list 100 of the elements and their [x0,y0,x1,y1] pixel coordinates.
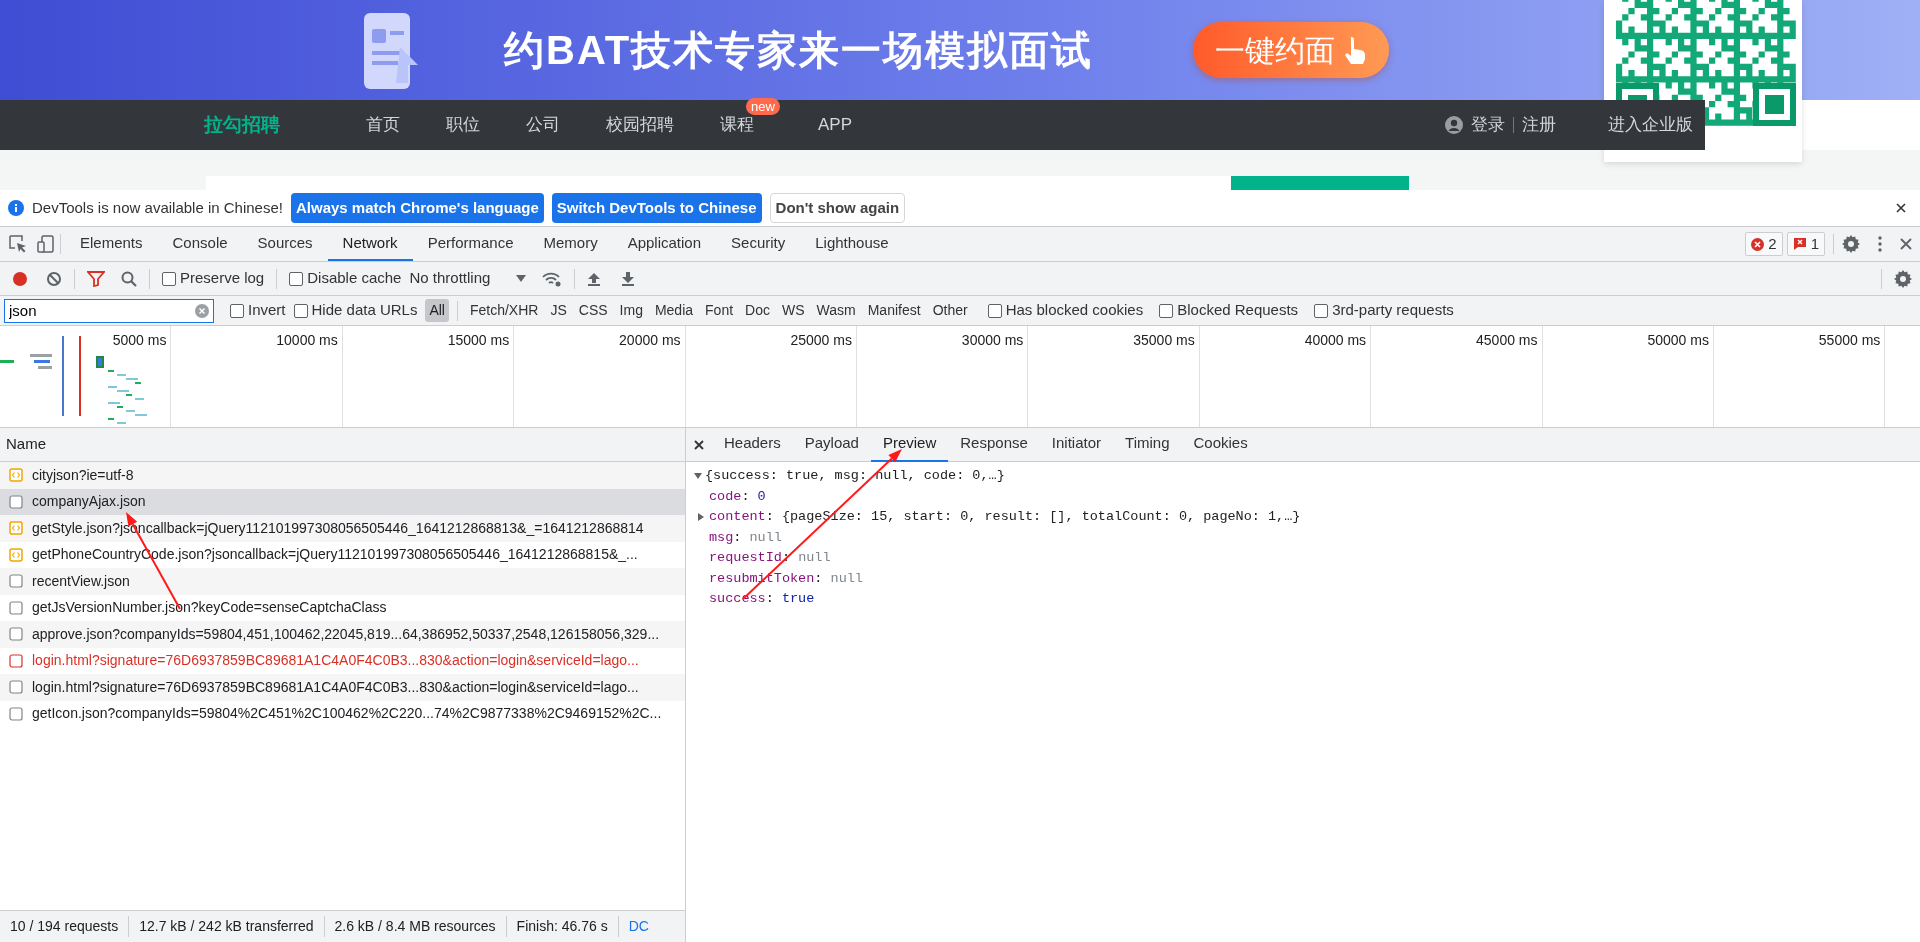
request-row[interactable]: getIcon.json?companyIds=59804%2C451%2C100462%2C220...74%2C9877338%2C9469152%2C... [0,700,685,727]
infobar-button[interactable]: Always match Chrome's language [290,192,544,224]
file-icon [9,680,23,695]
nav-link[interactable]: APP [818,112,853,138]
checkbox-label: Preserve log [180,268,265,289]
banner-headline: 约BAT技术专家来一场模拟面试 [504,27,1094,74]
close-icon[interactable] [1900,238,1912,250]
error-counter[interactable]: 2 [1745,232,1783,256]
checkbox[interactable] [230,303,244,318]
nav-link[interactable]: 校园招聘 [606,112,674,138]
throttling-dropdown[interactable]: No throttling [409,267,527,290]
banner[interactable]: 约BAT技术专家来一场模拟面试 一键约面 [0,0,1920,100]
checkbox[interactable] [162,271,176,286]
request-row[interactable]: login.html?signature=76D6937859BC89681A1C4A0F4C0B3...830&action=login&serviceId=lago... [0,647,685,674]
expanded-triangle-icon[interactable] [694,472,702,481]
settings-icon[interactable] [1894,269,1912,288]
type-filter[interactable]: JS [546,299,571,322]
register-link[interactable]: 注册 [1522,112,1556,138]
time-tick-label: 10000 ms [276,331,338,350]
detail-tab[interactable]: Headers [712,427,793,462]
nav-link[interactable]: 课程 [720,115,754,135]
filter-field[interactable]: json [4,298,214,323]
request-row[interactable]: cityjson?ie=utf-8 [0,462,685,489]
close-icon[interactable] [694,439,704,450]
panel-tab[interactable]: Memory [528,227,613,261]
type-filter[interactable]: Fetch/XHR [465,299,543,322]
detail-tab[interactable]: Timing [1113,427,1182,462]
json-property: code: 0 [709,487,766,506]
enterprise-link[interactable]: 进入企业版 [1608,112,1693,138]
status-link[interactable]: DC [618,916,649,937]
search-icon[interactable] [121,270,137,287]
type-filter[interactable]: Font [701,299,738,322]
login-link[interactable]: 登录 [1471,112,1505,138]
checkbox[interactable] [293,303,308,318]
checkbox-label: Has blocked cookies [1005,300,1144,321]
checkbox[interactable] [1314,303,1329,318]
type-filter[interactable]: Img [615,299,647,322]
request-row[interactable]: login.html?signature=76D6937859BC89681A1C4A0F4C0B3...830&action=login&serviceId=lago... [0,674,685,701]
type-filter[interactable]: Doc [741,299,774,322]
detail-tab[interactable]: Response [948,427,1040,462]
filter-icon[interactable] [87,270,105,287]
panel-tab[interactable]: Performance [412,227,529,261]
caret-icon [516,275,527,282]
clear-input-icon[interactable] [195,303,209,318]
status-text: Finish: 46.76 s [506,916,619,937]
checkbox-label: 3rd-party requests [1332,300,1454,321]
type-filter[interactable]: CSS [574,299,612,322]
script-file-icon [9,547,23,562]
time-tick-label: 30000 ms [961,331,1024,350]
panel-tab[interactable]: Sources [242,227,328,261]
panel-tab[interactable]: Lighthouse [800,227,904,261]
record-icon[interactable] [12,270,28,287]
request-row[interactable]: companyAjax.json [0,488,685,515]
type-filter[interactable]: Wasm [812,299,860,322]
request-row[interactable]: approve.json?companyIds=59804,451,100462,22045,819...64,386952,50337,2548,126158056,329... [0,621,685,648]
settings-icon[interactable] [1842,235,1860,253]
json-property: success: true [709,590,815,608]
time-tick-label: 25000 ms [790,331,852,350]
checkbox[interactable] [1159,303,1174,318]
nav-link[interactable]: 职位 [446,112,480,138]
nav-link[interactable]: 首页 [366,112,400,138]
checkbox[interactable] [987,303,1002,318]
nav-link[interactable]: 公司 [526,112,560,138]
clear-icon[interactable] [46,270,62,287]
request-row[interactable]: recentView.json [0,568,685,595]
more-icon[interactable] [1878,236,1882,252]
close-icon[interactable] [1896,203,1906,213]
panel-tab[interactable]: Elements [65,227,158,261]
detail-tab[interactable]: Cookies [1181,427,1260,462]
checkbox[interactable] [289,271,304,286]
info-message: DevTools is now available in Chinese! [32,197,283,218]
type-filter[interactable]: Other [928,299,972,322]
detail-tab[interactable]: Initiator [1039,427,1114,462]
status-text: 2.6 kB / 8.4 MB resources [324,916,507,937]
checkbox-label: Hide data URLs [311,300,418,321]
type-filter[interactable]: WS [778,299,809,322]
download-icon[interactable] [621,270,636,287]
script-file-icon [9,468,23,483]
panel-tab[interactable]: Application [612,227,717,261]
hand-icon [1343,35,1368,65]
detail-tab[interactable]: Payload [792,427,871,462]
column-header[interactable]: Name [6,433,46,456]
issue-counter[interactable]: 1 [1786,232,1825,256]
inspect-icon[interactable] [8,234,28,254]
infobar-button[interactable]: Switch DevTools to Chinese [551,192,762,224]
panel-tab[interactable]: Console [157,227,243,261]
time-tick-label: 35000 ms [1133,331,1195,350]
error-icon [1751,237,1765,251]
site-logo[interactable]: 拉勾招聘 [204,110,280,140]
panel-tab[interactable]: Security [716,227,801,261]
type-filter[interactable]: Manifest [863,299,925,322]
upload-icon[interactable] [587,270,602,287]
status-text: 12.7 kB / 242 kB transferred [129,916,325,937]
type-filter[interactable]: Media [650,299,698,322]
collapsed-triangle-icon[interactable] [697,513,705,522]
infobar-button[interactable]: Don't show again [769,192,906,224]
request-row[interactable]: getJsVersionNumber.json?keyCode=senseCaptchaClass [0,594,685,621]
device-icon[interactable] [36,234,56,254]
network-conditions-icon[interactable] [542,270,563,287]
type-filter[interactable]: All [425,299,449,322]
